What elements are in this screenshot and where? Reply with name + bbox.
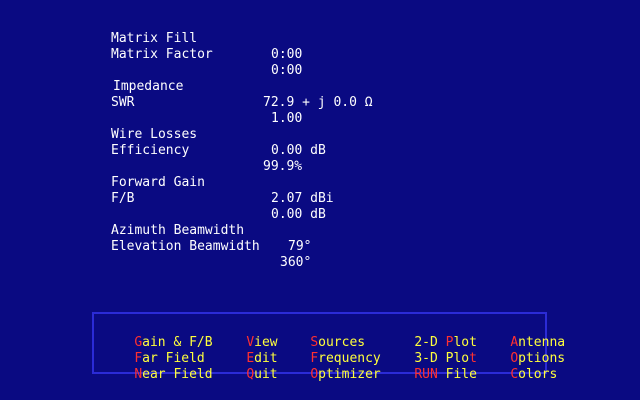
- impedance-row: Impedance 72.9 + j 0.0 Ω: [0, 63, 640, 110]
- impedance-value: 72.9 + j 0.0 Ω: [263, 95, 373, 110]
- fb-label: F/B: [111, 191, 135, 206]
- menu-view[interactable]: View: [215, 319, 277, 350]
- menu-edit[interactable]: Edit: [215, 335, 277, 366]
- swr-label: SWR: [111, 95, 135, 110]
- menu-far-field[interactable]: Far Field: [103, 335, 204, 366]
- menu-sources[interactable]: Sources: [279, 319, 365, 350]
- menu-gain-fb[interactable]: Gain & F/B: [103, 319, 212, 350]
- menu-label: ear Field: [142, 367, 213, 382]
- nec-results-screen: Matrix Fill 0:00 Matrix Factor 0:00 Impe…: [0, 0, 640, 400]
- matrix-fill-value: 0:00: [271, 47, 303, 62]
- wire-losses-row: Wire Losses 0.00 dB: [0, 111, 640, 158]
- elevation-beamwidth-row: Elevation Beamwidth 360°: [0, 223, 640, 270]
- menu-label: uit: [254, 367, 278, 382]
- hotkey-letter: O: [310, 367, 319, 382]
- menu-2d-plot[interactable]: 2-D Plot: [383, 319, 477, 350]
- elevation-beamwidth-value: 360°: [280, 255, 312, 270]
- menu-optimizer[interactable]: Optimizer: [279, 351, 380, 382]
- menu-near-field[interactable]: Near Field: [103, 351, 212, 382]
- matrix-factor-label: Matrix Factor: [111, 47, 213, 62]
- efficiency-row: Efficiency 99.9%: [0, 127, 640, 174]
- wire-losses-value: 0.00 dB: [271, 143, 326, 158]
- fb-row: F/B 0.00 dB: [0, 175, 640, 222]
- menu-colors[interactable]: Colors: [479, 351, 557, 382]
- menu-quit[interactable]: Quit: [215, 351, 277, 382]
- forward-gain-value: 2.07 dBi: [271, 191, 334, 206]
- menu-label: olors: [518, 367, 558, 382]
- menu-label: File: [437, 367, 477, 382]
- matrix-factor-row: Matrix Factor 0:00: [0, 31, 640, 78]
- menu-frequency[interactable]: Frequency: [279, 335, 380, 366]
- efficiency-label: Efficiency: [111, 143, 190, 158]
- azimuth-beamwidth-row: Azimuth Beamwidth 79°: [0, 207, 640, 254]
- hotkey-letter: Q: [246, 367, 255, 382]
- menu-run-file[interactable]: RUN File: [383, 351, 477, 382]
- menu-antenna[interactable]: Antenna: [479, 319, 565, 350]
- matrix-fill-row: Matrix Fill 0:00: [0, 15, 640, 62]
- swr-row: SWR 1.00: [0, 79, 640, 126]
- azimuth-beamwidth-value: 79°: [288, 239, 312, 254]
- hotkey-letter: C: [510, 367, 519, 382]
- hotkey-letter: N: [134, 367, 143, 382]
- menu-label: ptimizer: [318, 367, 381, 382]
- menu-options[interactable]: Options: [479, 335, 565, 366]
- forward-gain-row: Forward Gain 2.07 dBi: [0, 159, 640, 206]
- menu-3d-plot[interactable]: 3-D Plot: [383, 335, 477, 366]
- elevation-beamwidth-label: Elevation Beamwidth: [111, 239, 260, 254]
- hotkey-letter: RUN: [414, 367, 438, 382]
